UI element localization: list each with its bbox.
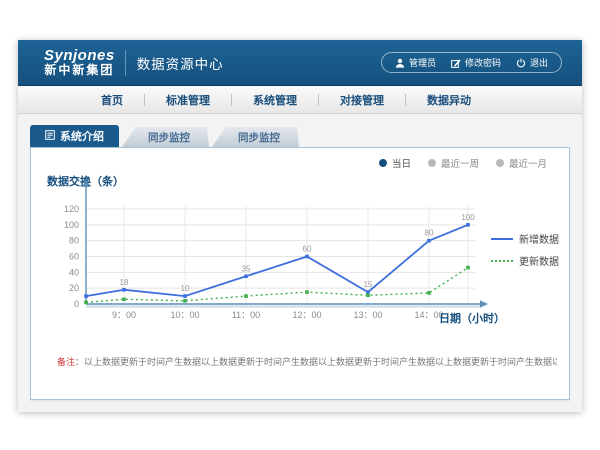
app-header: Synjones 新中新集团 数据资源中心 管理员 修改密码 退出 [18, 40, 582, 86]
nav-item-3[interactable]: 对接管理 [319, 92, 405, 108]
footnote: 备注：以上数据更新于时间产生数据以上数据更新于时间产生数据以上数据更新于时间产生… [57, 355, 557, 368]
svg-text:10：00: 10：00 [170, 310, 199, 320]
legend-line-sample [491, 238, 513, 240]
page-title: 数据资源中心 [137, 53, 224, 73]
svg-text:40: 40 [69, 267, 79, 277]
user-icon [395, 58, 405, 68]
svg-text:12：00: 12：00 [292, 310, 321, 320]
admin-button[interactable]: 管理员 [395, 56, 436, 69]
doc-icon [45, 130, 55, 143]
content-area: 系统介绍同步监控同步监控 当日最近一周最近一月 数据交换（条） 02040608… [18, 114, 582, 412]
power-icon [516, 58, 526, 68]
tab-bar: 系统介绍 同步监控 同步监控 [30, 125, 299, 147]
brand-logo-text: Synjones [44, 48, 115, 64]
svg-text:9：00: 9：00 [112, 310, 136, 320]
svg-text:100: 100 [461, 213, 475, 222]
header-divider [125, 50, 126, 76]
brand-logo-subtext: 新中新集团 [44, 64, 115, 77]
admin-label: 管理员 [409, 56, 436, 69]
svg-text:80: 80 [425, 229, 434, 238]
footnote-text: ：以上数据更新于时间产生数据以上数据更新于时间产生数据以上数据更新于时间产生数据… [75, 357, 557, 367]
nav-item-1[interactable]: 标准管理 [145, 92, 231, 108]
footnote-prefix: 备注 [57, 357, 75, 367]
svg-text:60: 60 [69, 252, 79, 262]
main-nav: 首页标准管理系统管理对接管理数据异动 [18, 86, 582, 114]
legend-label: 更新数据 [519, 253, 559, 268]
logout-label: 退出 [530, 56, 548, 69]
edit-icon [451, 58, 461, 68]
svg-text:18: 18 [120, 278, 129, 287]
chart-legend: 新增数据更新数据 [491, 231, 559, 268]
tab-sync-monitor-1[interactable]: 同步监控 [122, 127, 209, 147]
header-actions: 管理员 修改密码 退出 [381, 52, 562, 73]
legend-line-sample [491, 260, 513, 262]
svg-text:100: 100 [64, 220, 79, 230]
svg-text:60: 60 [303, 245, 312, 254]
tab-system-intro[interactable]: 系统介绍 [30, 125, 119, 147]
tab-label: 同步监控 [238, 130, 280, 145]
svg-text:0: 0 [74, 299, 79, 309]
svg-text:13：00: 13：00 [353, 310, 382, 320]
svg-text:120: 120 [64, 204, 79, 214]
nav-item-2[interactable]: 系统管理 [232, 92, 318, 108]
svg-text:35: 35 [242, 264, 251, 273]
chart-panel: 当日最近一周最近一月 数据交换（条） 0204060801001209：0010… [30, 147, 570, 400]
legend-item-1[interactable]: 更新数据 [491, 253, 559, 268]
change-password-label: 修改密码 [465, 56, 501, 69]
legend-item-0[interactable]: 新增数据 [491, 231, 559, 246]
svg-text:10: 10 [181, 284, 190, 293]
svg-text:11：00: 11：00 [232, 310, 260, 320]
app-window: Synjones 新中新集团 数据资源中心 管理员修改密码退出 首页标准管理系统… [18, 40, 582, 412]
tab-sync-monitor-2[interactable]: 同步监控 [212, 127, 299, 147]
x-axis-title: 日期（小时） [439, 310, 505, 326]
tab-label: 系统介绍 [60, 128, 104, 144]
svg-text:80: 80 [69, 236, 79, 246]
svg-text:15: 15 [364, 280, 373, 289]
svg-text:20: 20 [69, 283, 79, 293]
tab-label: 同步监控 [148, 130, 190, 145]
nav-item-4[interactable]: 数据异动 [406, 92, 492, 108]
logout-button[interactable]: 退出 [516, 56, 548, 69]
brand-logo[interactable]: Synjones 新中新集团 [44, 48, 115, 76]
legend-label: 新增数据 [519, 231, 559, 246]
nav-item-0[interactable]: 首页 [80, 92, 144, 108]
change-password-button[interactable]: 修改密码 [451, 56, 501, 69]
